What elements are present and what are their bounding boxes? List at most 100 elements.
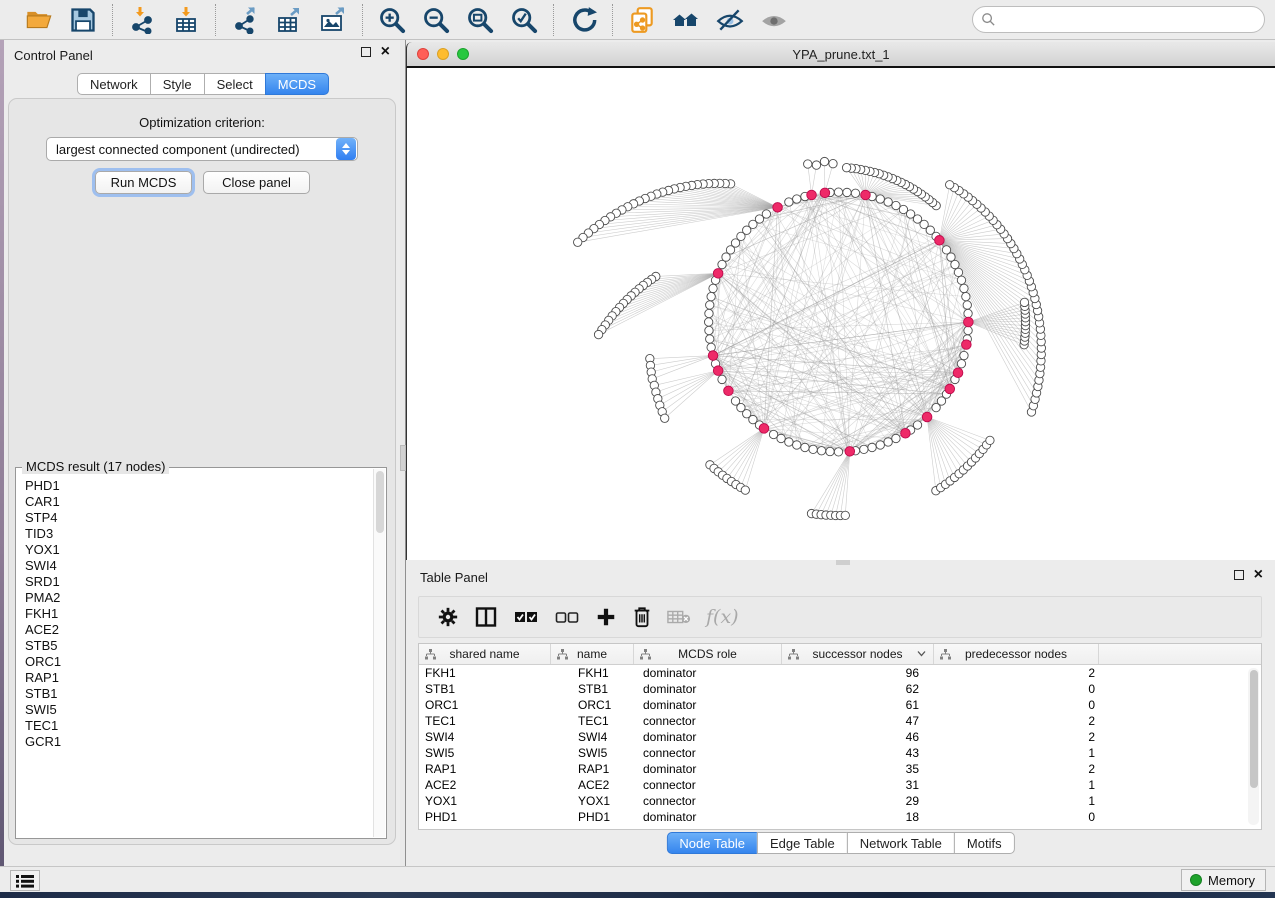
graph-node[interactable] (812, 161, 820, 169)
search-field[interactable] (972, 6, 1265, 33)
graph-node[interactable] (851, 189, 859, 197)
graph-node[interactable] (960, 351, 968, 359)
network-window-titlebar[interactable]: YPA_prune.txt_1 (406, 42, 1275, 68)
zoom-in-icon[interactable] (377, 5, 407, 35)
graph-node[interactable] (705, 326, 713, 334)
graph-node[interactable] (706, 301, 714, 309)
settings-gear-icon[interactable] (437, 602, 459, 632)
graph-node[interactable] (804, 160, 812, 168)
table-row[interactable]: ORC1ORC1dominator610 (419, 697, 1261, 713)
graph-node[interactable] (705, 309, 713, 317)
graph-node[interactable] (722, 253, 730, 261)
table-row[interactable]: FKH1FKH1dominator962 (419, 665, 1261, 681)
graph-node[interactable] (964, 309, 972, 317)
select-all-icon[interactable] (513, 602, 539, 632)
graph-node[interactable] (951, 260, 959, 268)
mcds-result-item[interactable]: GCR1 (17, 734, 372, 750)
graph-node[interactable] (957, 360, 965, 368)
graph-node[interactable] (963, 301, 971, 309)
mcds-result-item[interactable]: TEC1 (17, 718, 372, 734)
graph-node[interactable] (945, 181, 953, 189)
graph-node[interactable] (704, 318, 712, 326)
table-row[interactable]: STB1STB1dominator620 (419, 681, 1261, 697)
graph-node[interactable] (841, 511, 849, 519)
mcds-result-item[interactable]: YOX1 (17, 542, 372, 558)
add-column-icon[interactable] (595, 602, 617, 632)
graph-node[interactable] (785, 198, 793, 206)
mcds-result-item[interactable]: FKH1 (17, 606, 372, 622)
mcds-result-item[interactable]: TID3 (17, 526, 372, 542)
zoom-selected-icon[interactable] (509, 5, 539, 35)
tab-network[interactable]: Network (77, 73, 151, 95)
zoom-out-icon[interactable] (421, 5, 451, 35)
tab-mcds[interactable]: MCDS (265, 73, 329, 95)
column-header-predecessor-nodes[interactable]: predecessor nodes (934, 644, 1099, 664)
graph-node[interactable] (793, 441, 801, 449)
graph-node[interactable] (1020, 298, 1028, 306)
save-icon[interactable] (68, 5, 98, 35)
graph-hub-node[interactable] (945, 384, 955, 394)
tab-edge-table[interactable]: Edge Table (757, 832, 848, 854)
graph-node[interactable] (707, 292, 715, 300)
graph-hub-node[interactable] (713, 366, 723, 376)
close-panel-icon[interactable]: × (381, 47, 390, 57)
log-console-button[interactable] (10, 870, 40, 891)
graph-node[interactable] (574, 238, 582, 246)
graph-node[interactable] (860, 445, 868, 453)
graph-node[interactable] (709, 284, 717, 292)
graph-node[interactable] (769, 430, 777, 438)
export-network-icon[interactable] (230, 5, 260, 35)
close-panel-button[interactable]: Close panel (203, 171, 310, 194)
column-header-name[interactable]: name (551, 644, 634, 664)
mcds-result-item[interactable]: SWI5 (17, 702, 372, 718)
tab-node-table[interactable]: Node Table (666, 832, 758, 854)
column-header-successor-nodes[interactable]: successor nodes (782, 644, 934, 664)
export-image-icon[interactable] (318, 5, 348, 35)
graph-node[interactable] (954, 268, 962, 276)
import-table-icon[interactable] (171, 5, 201, 35)
mcds-result-item[interactable]: ACE2 (17, 622, 372, 638)
search-input[interactable] (1001, 12, 1264, 27)
show-all-icon[interactable] (759, 5, 789, 35)
import-network-icon[interactable] (127, 5, 157, 35)
table-row[interactable]: RAP1RAP1dominator352 (419, 761, 1261, 777)
mcds-result-item[interactable]: CAR1 (17, 494, 372, 510)
graph-hub-node[interactable] (922, 412, 932, 422)
mcds-result-item[interactable]: RAP1 (17, 670, 372, 686)
graph-node[interactable] (884, 438, 892, 446)
network-canvas[interactable] (406, 68, 1275, 560)
float-panel-icon[interactable] (361, 47, 371, 57)
graph-node[interactable] (801, 443, 809, 451)
graph-node[interactable] (899, 205, 907, 213)
graph-hub-node[interactable] (773, 203, 783, 213)
graph-node[interactable] (661, 414, 669, 422)
graph-node[interactable] (986, 436, 994, 444)
table-row[interactable]: TEC1TEC1connector472 (419, 713, 1261, 729)
graph-node[interactable] (942, 246, 950, 254)
graph-node[interactable] (884, 198, 892, 206)
run-mcds-button[interactable]: Run MCDS (95, 171, 192, 194)
graph-node[interactable] (785, 438, 793, 446)
mcds-result-item[interactable]: STB5 (17, 638, 372, 654)
graph-node[interactable] (892, 201, 900, 209)
graph-node[interactable] (718, 375, 726, 383)
mcds-result-item[interactable]: SWI4 (17, 558, 372, 574)
graph-node[interactable] (834, 188, 842, 196)
mcds-result-item[interactable]: PMA2 (17, 590, 372, 606)
mcds-result-item[interactable]: ORC1 (17, 654, 372, 670)
graph-node[interactable] (913, 421, 921, 429)
graph-node[interactable] (707, 343, 715, 351)
column-header-shared-name[interactable]: shared name (419, 644, 551, 664)
graph-node[interactable] (809, 445, 817, 453)
mcds-list-scrollbar[interactable] (373, 469, 385, 837)
graph-hub-node[interactable] (759, 424, 769, 434)
graph-hub-node[interactable] (807, 190, 817, 200)
graph-hub-node[interactable] (713, 269, 723, 279)
graph-node[interactable] (868, 443, 876, 451)
graph-node[interactable] (706, 335, 714, 343)
graph-hub-node[interactable] (935, 235, 945, 245)
graph-node[interactable] (826, 447, 834, 455)
graph-node[interactable] (793, 195, 801, 203)
tab-motifs[interactable]: Motifs (954, 832, 1015, 854)
unselect-all-icon[interactable] (554, 602, 580, 632)
